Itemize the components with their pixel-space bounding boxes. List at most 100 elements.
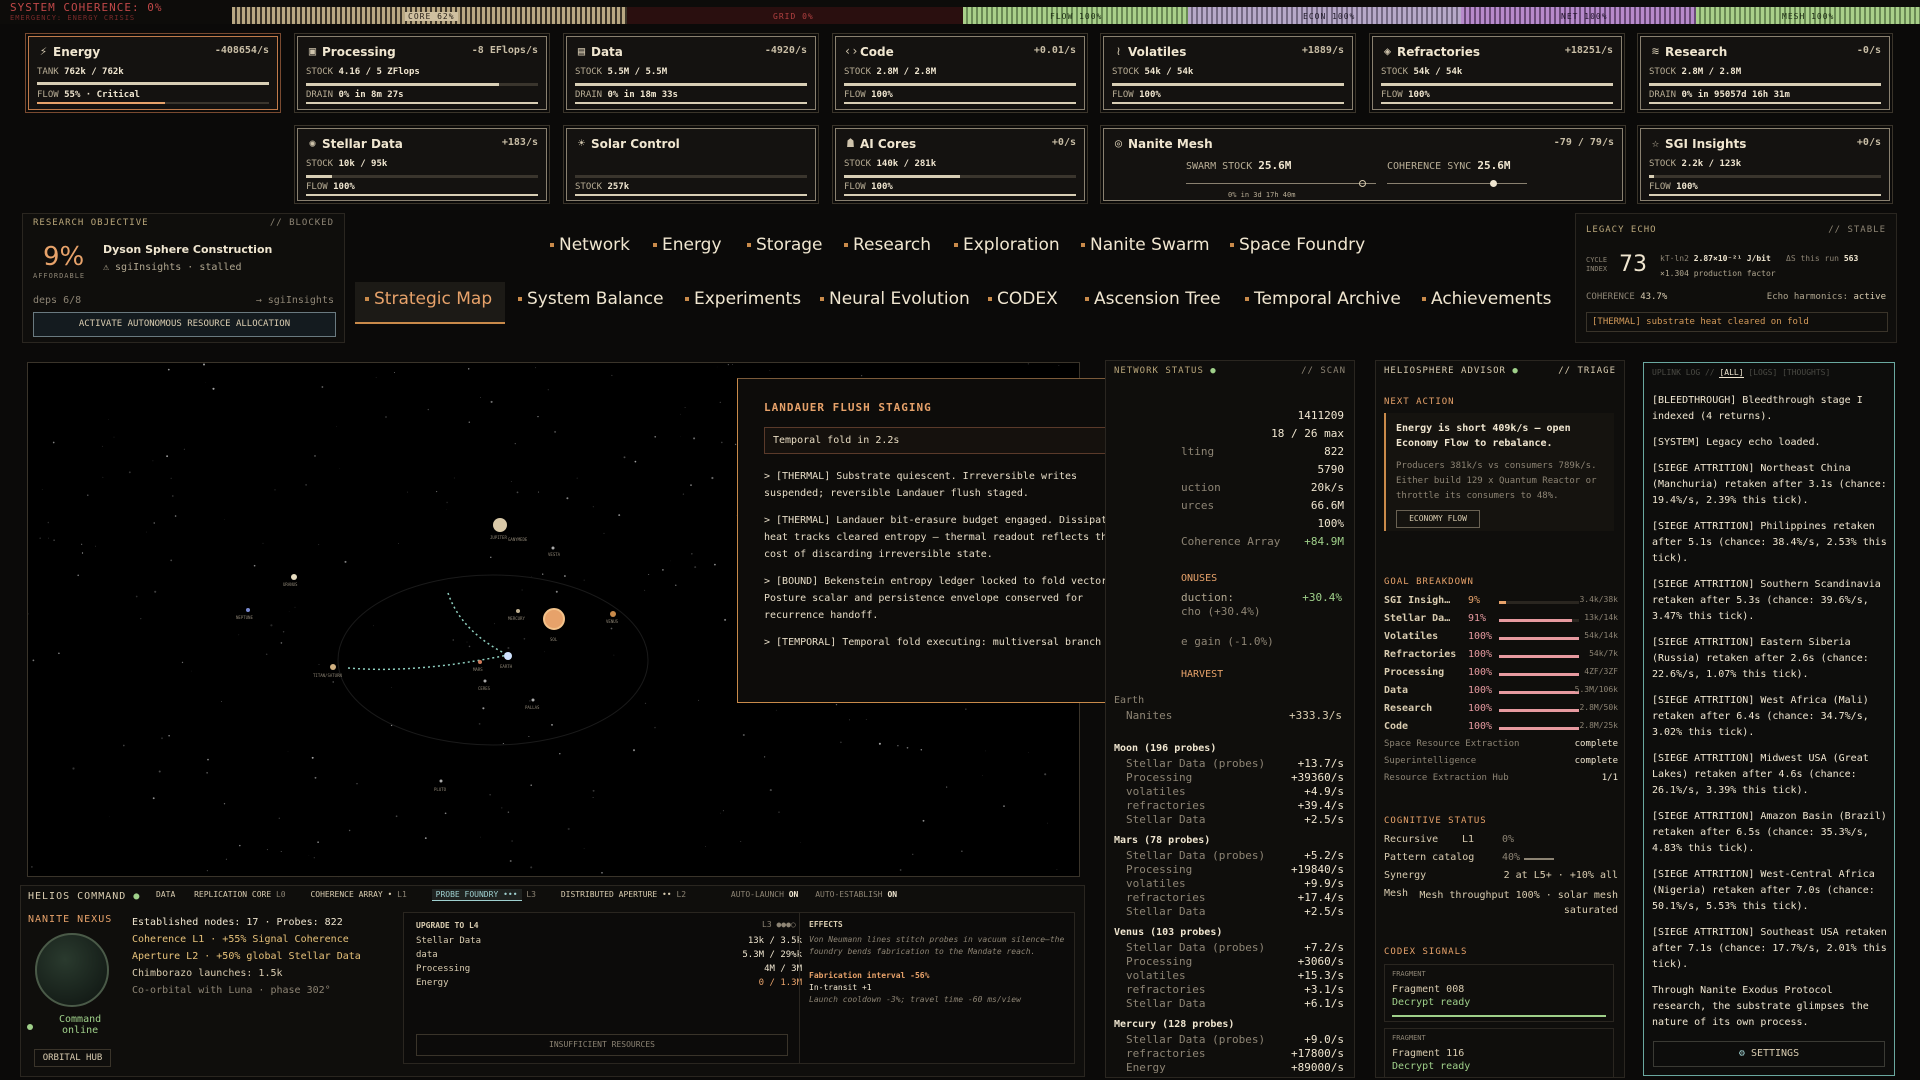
- resource-tile-sgi-insights[interactable]: ☆ SGI Insights +0/s STOCK 2.2k / 123k FLOW 1…: [1640, 128, 1890, 201]
- network-row: 100%: [1317, 517, 1345, 530]
- star: [152, 460, 154, 462]
- star: [122, 744, 125, 747]
- saturn-planet[interactable]: [330, 664, 336, 670]
- econ-label: ECON 100%: [1303, 12, 1356, 21]
- tab-energy[interactable]: Energy: [653, 235, 722, 255]
- resource-tile-ai-cores[interactable]: ☗ AI Cores +0/s STOCK 140k / 281k FLOW 100%: [835, 128, 1085, 201]
- tab-temporal-archive[interactable]: Temporal Archive: [1245, 289, 1401, 309]
- star: [555, 590, 558, 593]
- tab-codex[interactable]: CODEX: [988, 289, 1058, 309]
- fragment-116-card[interactable]: FRAGMENT Fragment 116 Decrypt ready: [1384, 1028, 1614, 1077]
- star: [698, 699, 700, 701]
- uplink-log-panel: UPLINK LOG // [ALL] [LOGS] [THOUGHTS] [B…: [1643, 362, 1895, 1076]
- goal-bar: [1499, 709, 1579, 712]
- resource-tile-energy[interactable]: ⚡ Energy -408654/s TANK 762k / 762k FLOW 55%…: [28, 36, 278, 110]
- star: [113, 436, 115, 438]
- tab-data[interactable]: DATA: [156, 890, 175, 899]
- settings-button[interactable]: ⚙ SETTINGS: [1653, 1041, 1885, 1067]
- insufficient-resources-button[interactable]: INSUFFICIENT RESOURCES: [416, 1034, 788, 1056]
- earth-planet[interactable]: [504, 652, 512, 660]
- resource-tile-processing[interactable]: ▣ Processing -8 EFlops/s STOCK 4.16 / 5 ZFl…: [297, 36, 547, 110]
- auto-establish-toggle[interactable]: AUTO-ESTABLISH ON: [815, 890, 897, 899]
- probe-trail-jupiter: [447, 592, 509, 656]
- tab-research[interactable]: Research: [844, 235, 931, 255]
- resource-l1-value: 5.5M / 5.5M: [607, 67, 668, 77]
- network-row: lting 822: [1181, 445, 1344, 458]
- mercury-planet[interactable]: [516, 609, 520, 613]
- tab-system-balance[interactable]: System Balance: [518, 289, 664, 309]
- tab-replication-core[interactable]: REPLICATION CORE: [194, 890, 271, 899]
- star: [446, 501, 448, 504]
- star: [899, 869, 902, 871]
- sol-planet[interactable]: [543, 608, 565, 630]
- mesh-label: MESH 100%: [1782, 12, 1835, 21]
- uplink-tab-logs[interactable]: [LOGS]: [1748, 368, 1777, 377]
- resource-tile-volatiles[interactable]: ≀ Volatiles +1889/s STOCK 54k / 54k FLOW 100…: [1103, 36, 1353, 110]
- tab-neural-evolution[interactable]: Neural Evolution: [820, 289, 970, 309]
- star: [318, 544, 320, 546]
- command-label: Command: [59, 1014, 102, 1025]
- activate-autonomous-button[interactable]: ACTIVATE AUTONOMOUS RESOURCE ALLOCATION: [33, 312, 336, 337]
- uranus-planet[interactable]: [291, 574, 297, 580]
- tab-probe-foundry[interactable]: PROBE FOUNDRY •••: [431, 889, 522, 901]
- economy-flow-button[interactable]: ECONOMY FLOW: [1396, 510, 1480, 528]
- star: [166, 455, 169, 458]
- star: [95, 545, 96, 547]
- star: [722, 810, 724, 812]
- tab-exploration[interactable]: Exploration: [954, 235, 1060, 255]
- star: [535, 367, 537, 369]
- tab-storage[interactable]: Storage: [747, 235, 823, 255]
- fragment-008-card[interactable]: FRAGMENT Fragment 008 Decrypt ready: [1384, 964, 1614, 1022]
- uplink-tab-thoughts[interactable]: [THOUGHTS]: [1782, 368, 1830, 377]
- tab-coherence-array[interactable]: COHERENCE ARRAY •: [310, 890, 392, 899]
- tab-distributed-aperture[interactable]: DISTRIBUTED APERTURE ••: [561, 890, 672, 899]
- star: [690, 484, 692, 486]
- venus-planet[interactable]: [610, 611, 616, 617]
- tab-experiments[interactable]: Experiments: [685, 289, 801, 309]
- resource-tile-refractories[interactable]: ◈ Refractories +18251/s STOCK 54k / 54k FLOW…: [1372, 36, 1622, 110]
- star: [906, 746, 909, 749]
- star: [77, 574, 80, 577]
- pluto-planet[interactable]: [439, 779, 443, 783]
- harmonics-value: active: [1853, 292, 1886, 302]
- auto-launch-toggle[interactable]: AUTO-LAUNCH ON: [731, 890, 798, 899]
- neptune-planet[interactable]: [246, 608, 250, 612]
- uplink-tab-all[interactable]: [ALL]: [1719, 368, 1744, 378]
- swarm-knob[interactable]: [1359, 180, 1366, 187]
- star: [348, 829, 351, 832]
- resource-tile-stellar-data[interactable]: ✺ Stellar Data +183/s STOCK 10k / 95k FLOW 1…: [297, 128, 547, 201]
- resource-tile-code[interactable]: ‹› Code +0.01/s STOCK 2.8M / 2.8M FLOW 100%: [835, 36, 1085, 110]
- orbital-hub-button[interactable]: ORBITAL HUB: [34, 1049, 111, 1067]
- star: [436, 491, 438, 493]
- star: [514, 442, 516, 445]
- nanite-eta: 0% in 3d 17h 40m: [1228, 191, 1296, 199]
- ai-core-icon: ☗: [846, 136, 855, 150]
- star: [321, 386, 324, 388]
- harvest-row: Energy +89000/s: [1126, 1061, 1344, 1074]
- pallas-planet[interactable]: [531, 698, 535, 702]
- resource-rate: +183/s: [501, 137, 538, 148]
- tab-network[interactable]: Network: [550, 235, 630, 255]
- ceres-planet[interactable]: [483, 679, 487, 683]
- nanite-mesh-tile[interactable]: ◎ Nanite Mesh -79 / 79/s SWARM STOCK 25.…: [1103, 128, 1623, 201]
- mars-planet[interactable]: [478, 660, 482, 664]
- tab-ascension-tree[interactable]: Ascension Tree: [1085, 289, 1221, 309]
- resource-tile-solar-control[interactable]: ☀ Solar Control STOCK 257k: [566, 128, 816, 201]
- goal-bar: [1499, 691, 1579, 694]
- tab-space-foundry[interactable]: Space Foundry: [1230, 235, 1365, 255]
- resource-tile-data[interactable]: ▤ Data -4920/s STOCK 5.5M / 5.5M DRAIN 0% in…: [566, 36, 816, 110]
- vesta-planet[interactable]: [551, 546, 555, 550]
- resource-l1-value: 4.16 / 5 ZFlops: [338, 67, 420, 77]
- star: [223, 803, 226, 805]
- tab-nanite-swarm[interactable]: Nanite Swarm: [1081, 235, 1210, 255]
- tab-strategic-map[interactable]: Strategic Map: [365, 289, 492, 309]
- tab-achievements[interactable]: Achievements: [1422, 289, 1551, 309]
- star: [563, 575, 566, 577]
- resource-l1-label: STOCK: [1649, 67, 1677, 77]
- star: [203, 363, 205, 366]
- label-pluto: PLUTO: [434, 787, 447, 792]
- jupiter-planet[interactable]: [493, 518, 507, 532]
- star: [711, 476, 714, 480]
- sync-knob[interactable]: [1490, 180, 1497, 187]
- resource-tile-research[interactable]: ≋ Research -0/s STOCK 2.8M / 2.8M DRAIN 0% i…: [1640, 36, 1890, 110]
